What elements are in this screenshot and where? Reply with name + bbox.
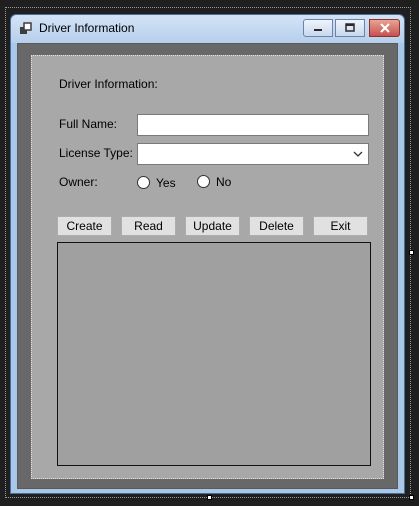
maximize-icon bbox=[345, 23, 355, 32]
form-heading: Driver Information: bbox=[59, 77, 158, 91]
maximize-button[interactable] bbox=[335, 19, 365, 37]
driver-information-window: Driver Information Driver Information: F… bbox=[10, 14, 405, 494]
resize-handle-right[interactable] bbox=[409, 250, 414, 255]
resize-handle-bottom[interactable] bbox=[207, 495, 212, 500]
owner-no-radio[interactable] bbox=[197, 175, 210, 188]
form-icon bbox=[20, 22, 32, 34]
close-button[interactable] bbox=[369, 19, 400, 37]
exit-button[interactable]: Exit bbox=[313, 216, 368, 236]
resize-handle-corner[interactable] bbox=[409, 495, 414, 500]
close-icon bbox=[379, 23, 390, 33]
form-client-area: Driver Information: Full Name: License T… bbox=[17, 43, 398, 489]
read-button[interactable]: Read bbox=[121, 216, 176, 236]
delete-button[interactable]: Delete bbox=[249, 216, 304, 236]
full-name-input[interactable] bbox=[137, 114, 369, 136]
owner-yes-label[interactable]: Yes bbox=[156, 176, 176, 190]
license-type-select[interactable] bbox=[137, 143, 369, 165]
title-bar[interactable]: Driver Information bbox=[11, 15, 404, 43]
minimize-button[interactable] bbox=[303, 19, 333, 37]
update-button[interactable]: Update bbox=[185, 216, 240, 236]
window-title: Driver Information bbox=[39, 21, 135, 35]
license-type-label: License Type: bbox=[59, 146, 133, 160]
driver-data-grid[interactable] bbox=[57, 242, 371, 466]
owner-no-label[interactable]: No bbox=[216, 175, 231, 189]
driver-info-panel: Driver Information: Full Name: License T… bbox=[31, 55, 384, 479]
full-name-label: Full Name: bbox=[59, 117, 118, 131]
owner-label: Owner: bbox=[59, 175, 98, 189]
owner-yes-radio[interactable] bbox=[137, 176, 150, 189]
chevron-down-icon bbox=[353, 151, 363, 157]
minimize-icon bbox=[314, 29, 322, 31]
create-button[interactable]: Create bbox=[57, 216, 112, 236]
